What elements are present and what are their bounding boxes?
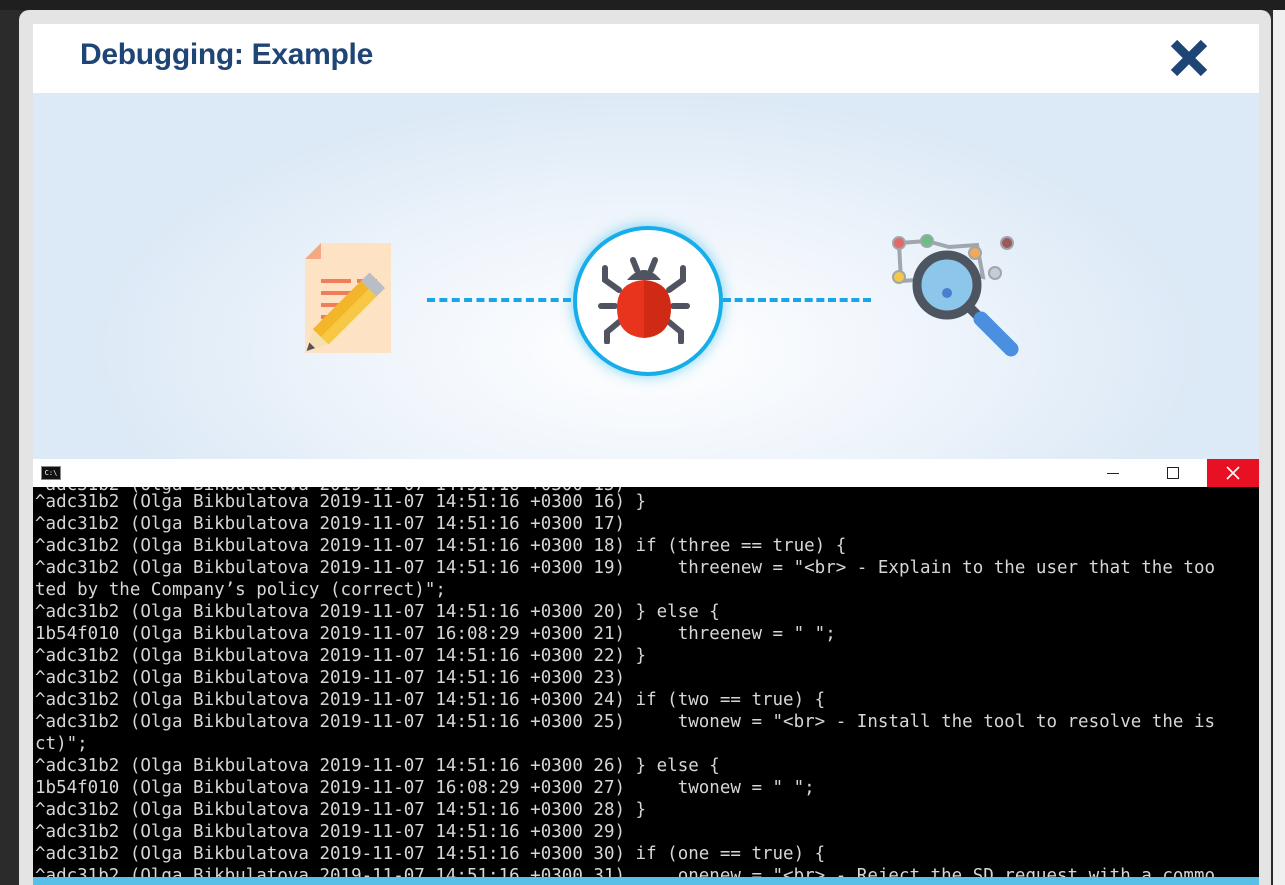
bug-icon: [598, 257, 690, 344]
console-line: ^adc31b2 (Olga Bikbulatova 2019-11-07 14…: [35, 514, 626, 534]
progress-bar-strip: [33, 877, 1259, 885]
minimize-button[interactable]: [1089, 459, 1137, 487]
close-icon: [1226, 466, 1240, 480]
browser-top-strip: [0, 0, 1285, 10]
console-line: 1b54f010 (Olga Bikbulatova 2019-11-07 16…: [35, 624, 836, 644]
modal-panel: Debugging: Example C:\ ^adc31b2 (Olga Bi…: [33, 24, 1259, 885]
connector-dash-right: [723, 298, 871, 302]
connector-dash-left: [427, 298, 571, 302]
magnifier-analysis-icon: [889, 231, 1024, 366]
console-line: ^adc31b2 (Olga Bikbulatova 2019-11-07 14…: [35, 800, 647, 820]
page-scrollbar[interactable]: [1273, 10, 1285, 885]
modal-header: Debugging: Example: [33, 24, 1259, 93]
console-line: ^adc31b2 (Olga Bikbulatova 2019-11-07 14…: [35, 602, 720, 622]
console-titlebar: C:\: [33, 459, 1259, 487]
console-line: ^adc31b2 (Olga Bikbulatova 2019-11-07 14…: [35, 822, 626, 842]
console-line: ^adc31b2 (Olga Bikbulatova 2019-11-07 14…: [35, 536, 847, 556]
console-output[interactable]: ^adc31b2 (Olga Bikbulatova 2019-11-07 14…: [33, 487, 1259, 885]
console-line: ^adc31b2 (Olga Bikbulatova 2019-11-07 14…: [35, 646, 647, 666]
debugging-illustration: [33, 93, 1259, 459]
console-line: ct)";: [35, 734, 88, 754]
console-line: ^adc31b2 (Olga Bikbulatova 2019-11-07 14…: [35, 558, 1216, 578]
console-line: 1b54f010 (Olga Bikbulatova 2019-11-07 16…: [35, 778, 815, 798]
document-pencil-icon: [301, 243, 411, 363]
console-line: ^adc31b2 (Olga Bikbulatova 2019-11-07 14…: [35, 492, 647, 512]
console-line: ted by the Company’s policy (correct)";: [35, 580, 446, 600]
console-line: ^adc31b2 (Olga Bikbulatova 2019-11-07 14…: [35, 756, 720, 776]
bug-circle: [573, 226, 723, 376]
console-line: ^adc31b2 (Olga Bikbulatova 2019-11-07 14…: [35, 668, 626, 688]
console-window: C:\ ^adc31b2 (Olga Bikbulatova 2019-11-0…: [33, 459, 1259, 885]
cmd-icon: C:\: [41, 466, 61, 480]
window-close-button[interactable]: [1207, 459, 1259, 487]
console-line: ^adc31b2 (Olga Bikbulatova 2019-11-07 14…: [35, 844, 826, 864]
modal-title: Debugging: Example: [80, 38, 373, 71]
console-line: ^adc31b2 (Olga Bikbulatova 2019-11-07 14…: [35, 690, 826, 710]
close-x-icon[interactable]: [1165, 34, 1213, 82]
console-line: ^adc31b2 (Olga Bikbulatova 2019-11-07 14…: [35, 712, 1216, 732]
maximize-button[interactable]: [1149, 459, 1197, 487]
